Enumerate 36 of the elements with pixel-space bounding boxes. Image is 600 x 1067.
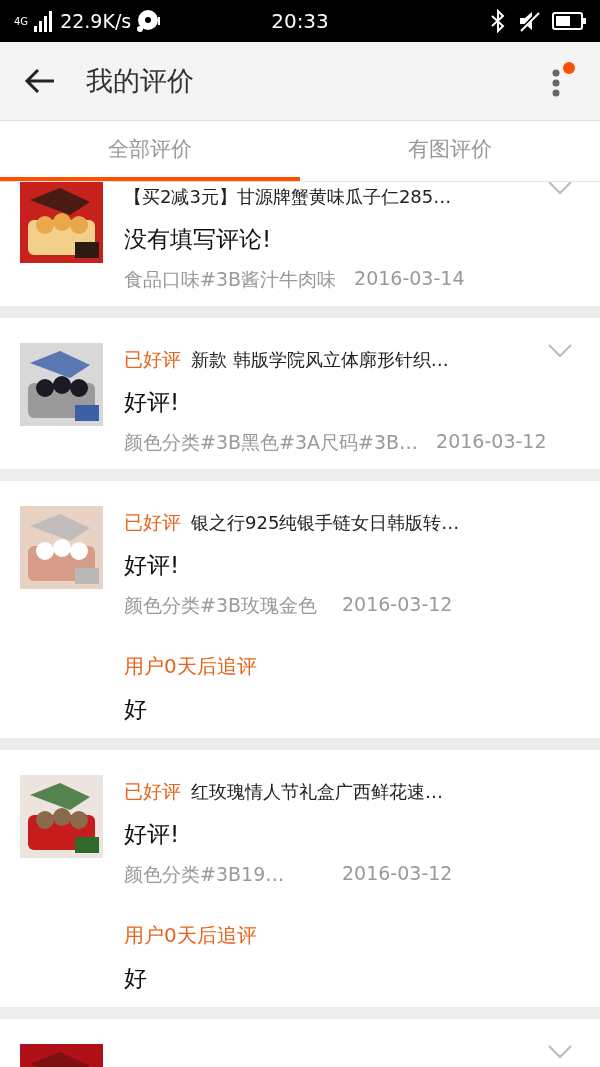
product-variant: 颜色分类#3B玫瑰金色 — [124, 593, 319, 618]
rating-label: 已好评 — [124, 779, 181, 804]
back-arrow-icon[interactable] — [24, 67, 56, 95]
review-comment: 没有填写评论! — [124, 225, 273, 254]
signal-icon — [34, 10, 55, 32]
review-date: 2016-03-14 — [354, 267, 465, 291]
product-variant: 颜色分类#3B黑色#3A尺码#3B… — [124, 430, 419, 455]
product-title[interactable]: 【买2减3元】甘源牌蟹黄味瓜子仁285… — [124, 185, 452, 209]
review-comment: 好评! — [124, 820, 181, 849]
review-comment: 好评! — [124, 551, 181, 580]
network-speed: 22.9K/s — [60, 10, 132, 32]
review-date: 2016-03-12 — [342, 593, 453, 617]
product-variant: 食品口味#3B酱汁牛肉味 — [124, 267, 337, 292]
product-title[interactable]: 银之行925纯银手链女日韩版转… — [191, 511, 460, 535]
clock: 20:33 — [271, 9, 329, 33]
followup-label: 用户0天后追评 — [124, 922, 258, 949]
page-title: 我的评价 — [86, 64, 194, 98]
followup-comment: 好 — [124, 695, 148, 724]
review-date: 2016-03-12 — [342, 862, 453, 886]
product-title[interactable]: 红玫瑰情人节礼盒广西鲜花速… — [191, 780, 443, 804]
bluetooth-icon — [490, 9, 506, 33]
chevron-down-icon[interactable] — [548, 1045, 572, 1059]
product-title[interactable]: 新款 韩版学院风立体廓形针织… — [191, 348, 449, 372]
mute-icon — [518, 10, 540, 32]
product-variant: 颜色分类#3B19… — [124, 862, 286, 887]
rating-label: 已好评 — [124, 510, 181, 535]
review-comment: 好评! — [124, 388, 181, 417]
rating-label: 已好评 — [124, 347, 181, 372]
battery-icon — [552, 11, 586, 31]
followup-comment: 好 — [124, 964, 148, 993]
followup-label: 用户0天后追评 — [124, 653, 258, 680]
disc-icon — [137, 9, 162, 33]
review-date: 2016-03-12 — [436, 430, 547, 454]
chevron-down-icon[interactable] — [548, 344, 572, 358]
chevron-down-icon[interactable] — [548, 182, 572, 195]
network-label: 4G — [14, 15, 29, 27]
